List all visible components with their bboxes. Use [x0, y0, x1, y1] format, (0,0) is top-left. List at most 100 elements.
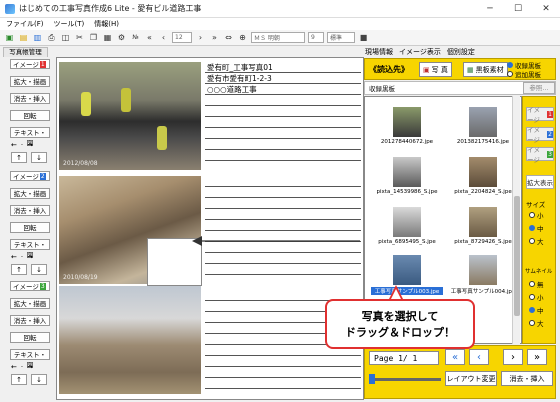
new-icon[interactable]: ▣: [4, 32, 15, 43]
caption-line[interactable]: [205, 356, 361, 367]
caption-line[interactable]: [205, 264, 361, 275]
rotate-button-2[interactable]: 回転: [10, 222, 50, 233]
prev-page-icon[interactable]: ‹: [158, 32, 169, 43]
close-button[interactable]: ✕: [532, 0, 560, 18]
photo-source-button[interactable]: ▣ 写 真: [419, 62, 452, 77]
text-figure-button-3[interactable]: テキスト・図: [10, 349, 50, 369]
text-figure-button-1[interactable]: テキスト・図: [10, 127, 50, 147]
expand-draw-button-3[interactable]: 拡大・描画: [10, 298, 50, 309]
zoom-icon[interactable]: ⊕: [237, 32, 248, 43]
thumbnail-item-selected[interactable]: 工事写真サンプル003.jpe: [371, 255, 443, 301]
zoom-slider-knob[interactable]: [369, 374, 375, 384]
caption-line[interactable]: [205, 378, 361, 389]
tab-photo-management[interactable]: 写真帳管理: [3, 47, 48, 57]
caption-lines-2[interactable]: [205, 176, 361, 275]
caption-line[interactable]: [205, 128, 361, 139]
erase-insert-button-2[interactable]: 消去・挿入: [10, 205, 50, 216]
show-image-2-button[interactable]: イメージ 2: [526, 126, 554, 144]
tab-image-display[interactable]: イメージ表示: [399, 47, 441, 57]
caption-line[interactable]: [205, 253, 361, 264]
text-figure-button-2[interactable]: テキスト・図: [10, 239, 50, 259]
up-arrow-icon[interactable]: ↑: [11, 152, 27, 163]
rotate-button-1[interactable]: 回転: [10, 110, 50, 121]
prev-page-button[interactable]: ‹: [469, 349, 489, 365]
minimize-button[interactable]: ─: [476, 0, 504, 18]
show-image-1-button[interactable]: イメージ 1: [526, 106, 554, 124]
save-icon[interactable]: ▥: [32, 32, 43, 43]
scroll-thumb[interactable]: [514, 196, 520, 316]
caption-line[interactable]: [205, 150, 361, 161]
blackboard-source-button[interactable]: ▦ 黒板素材: [463, 62, 508, 77]
menu-info[interactable]: 情報(H): [94, 19, 119, 29]
folder-path[interactable]: 収録黒板: [365, 83, 523, 93]
thumbnail-item[interactable]: pixta_6895495_S.jpe: [371, 207, 443, 253]
next-page-button[interactable]: ›: [503, 349, 523, 365]
down-arrow-icon[interactable]: ↓: [31, 152, 47, 163]
layout-change-button[interactable]: レイアウト変更: [445, 371, 497, 386]
open-icon[interactable]: ▤: [18, 32, 29, 43]
erase-insert-button[interactable]: 消去・挿入: [501, 371, 553, 386]
size-mid-radio[interactable]: 中: [529, 223, 544, 233]
browse-button[interactable]: 参照...: [523, 82, 555, 94]
print-icon[interactable]: ⎙: [46, 32, 57, 43]
last-page-icon[interactable]: »: [209, 32, 220, 43]
down-arrow-icon[interactable]: ↓: [31, 374, 47, 385]
size-large-radio[interactable]: 大: [529, 236, 544, 246]
caption-line[interactable]: [205, 209, 361, 220]
expand-draw-button-1[interactable]: 拡大・描画: [10, 76, 50, 87]
thumb-none-radio[interactable]: 無: [529, 279, 544, 289]
thumb-mid-radio[interactable]: 中: [529, 305, 544, 315]
caption-line[interactable]: [205, 176, 361, 187]
caption-lines-1[interactable]: 愛有町_工事写真01 愛有市愛有町1-2-3 ○○○道路工事: [205, 62, 361, 161]
zoom-view-button[interactable]: 拡大表示: [526, 175, 554, 189]
thumbnail-item[interactable]: 工事写真サンプル004.jpe: [447, 255, 519, 301]
zoom-slider[interactable]: [371, 378, 441, 381]
thumbnail-item[interactable]: 201382175416.jpe: [447, 107, 519, 153]
swap-icon[interactable]: ⇔: [223, 32, 234, 43]
left-arrow-icon[interactable]: ←: [11, 141, 17, 149]
caption-line[interactable]: [205, 198, 361, 209]
rotate-button-3[interactable]: 回転: [10, 332, 50, 343]
menu-file[interactable]: ファイル(F): [6, 19, 44, 29]
copy-icon[interactable]: ❐: [88, 32, 99, 43]
left-arrow-icon[interactable]: ←: [11, 253, 17, 261]
font-size-select[interactable]: 9: [308, 32, 324, 43]
caption-line[interactable]: [205, 117, 361, 128]
caption-line[interactable]: ○○○道路工事: [205, 84, 361, 95]
thumbnail-item[interactable]: 201278440672.jpe: [371, 107, 443, 153]
photo-slot-1[interactable]: 2012/08/08: [59, 62, 201, 170]
photo-slot-3[interactable]: [59, 286, 201, 394]
image-2-label[interactable]: イメージ 2: [10, 171, 50, 181]
tab-individual-settings[interactable]: 個別設定: [447, 47, 475, 57]
image-1-label[interactable]: イメージ 1: [10, 59, 50, 69]
image-3-label[interactable]: イメージ 3: [10, 281, 50, 291]
erase-insert-button-1[interactable]: 消去・挿入: [10, 93, 50, 104]
size-small-radio[interactable]: 小: [529, 210, 544, 220]
preview-icon[interactable]: ◫: [60, 32, 71, 43]
caption-line[interactable]: [205, 95, 361, 106]
caption-line[interactable]: [205, 187, 361, 198]
tab-site-info[interactable]: 現場情報: [365, 47, 393, 57]
first-page-icon[interactable]: «: [144, 32, 155, 43]
paste-icon[interactable]: ▦: [102, 32, 113, 43]
style-select[interactable]: 標準: [327, 32, 355, 43]
erase-insert-button-3[interactable]: 消去・挿入: [10, 315, 50, 326]
next-page-icon[interactable]: ›: [195, 32, 206, 43]
show-image-3-button[interactable]: イメージ 3: [526, 146, 554, 164]
expand-draw-button-2[interactable]: 拡大・描画: [10, 188, 50, 199]
thumb-small-radio[interactable]: 小: [529, 292, 544, 302]
thumbnail-item[interactable]: pixta_2204824_S.jpe: [447, 157, 519, 203]
left-arrow-icon[interactable]: ←: [11, 363, 17, 371]
right-arrow-icon[interactable]: →: [27, 363, 33, 371]
cut-icon[interactable]: ✂: [74, 32, 85, 43]
font-name-select[interactable]: ＭＳ 明朝: [251, 32, 305, 43]
caption-line[interactable]: 愛有町_工事写真01: [205, 62, 361, 73]
menu-tools[interactable]: ツール(T): [54, 19, 85, 29]
caption-line[interactable]: 愛有市愛有町1-2-3: [205, 73, 361, 84]
up-arrow-icon[interactable]: ↑: [11, 374, 27, 385]
color-icon[interactable]: ■: [358, 32, 369, 43]
thumbnail-scrollbar[interactable]: [512, 96, 520, 344]
thumbnail-item[interactable]: pixta_8729426_S.jpe: [447, 207, 519, 253]
caption-line[interactable]: [205, 139, 361, 150]
down-arrow-icon[interactable]: ↓: [31, 264, 47, 275]
